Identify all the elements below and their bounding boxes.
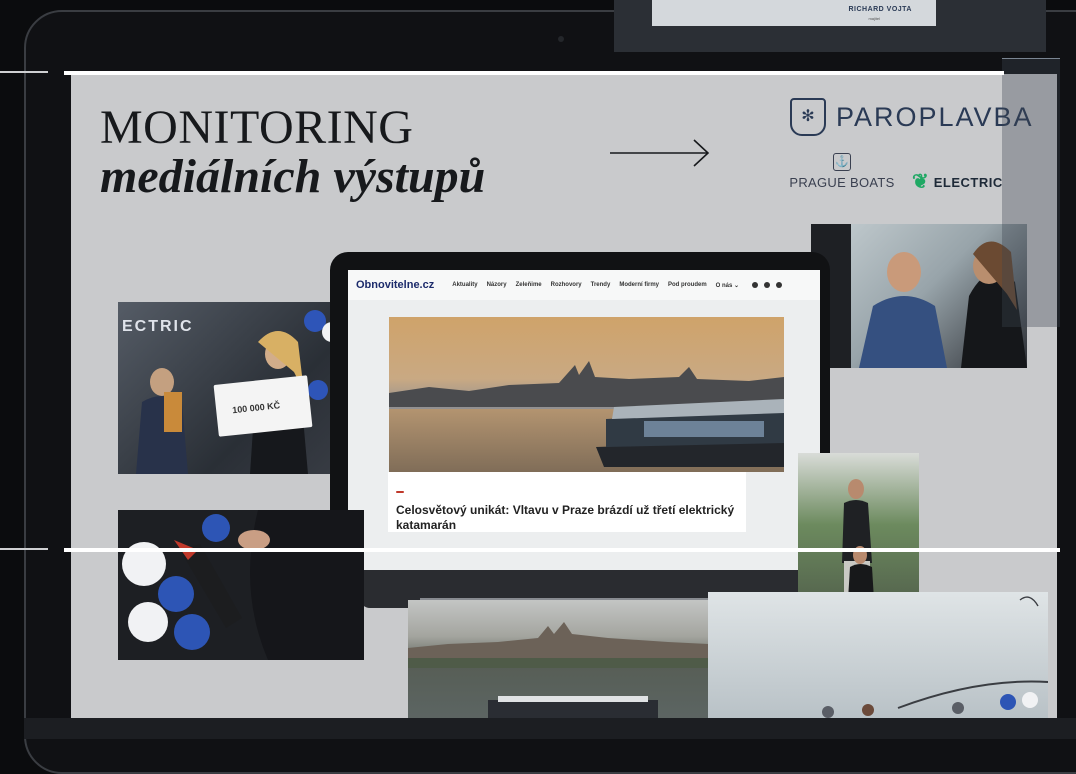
article-tag bbox=[396, 491, 404, 493]
award-check: 100 000 KČ bbox=[213, 375, 313, 437]
sign-name: RICHARD VOJTA bbox=[848, 6, 912, 13]
brand-paroplavba: ✻ PAROPLAVBA bbox=[790, 98, 1034, 136]
article-hero-image bbox=[389, 317, 784, 472]
site-nav: Obnovitelne.cz Aktuality Názory Zeleňime… bbox=[348, 270, 820, 300]
divider-line-left-top bbox=[0, 71, 48, 73]
slide-subtitle: mediálních výstupů bbox=[100, 150, 486, 203]
river-scene bbox=[408, 622, 708, 720]
site-logo: Obnovitelne.cz bbox=[356, 279, 435, 291]
photo-champagne-balloons bbox=[118, 510, 364, 660]
nav-item-o-nas[interactable]: O nás ⌄ bbox=[716, 282, 739, 289]
event-scene bbox=[822, 596, 1048, 718]
shield-snowflake-icon: ✻ bbox=[790, 98, 826, 136]
catamaran-boat bbox=[596, 399, 784, 467]
laptop-bottom-bezel bbox=[24, 718, 1076, 739]
balloons-scene bbox=[122, 510, 364, 660]
article-headline-card[interactable]: Celosvětový unikát: Vltavu v Praze brázd… bbox=[388, 472, 746, 532]
brand-prague-boats: ⚓ PRAGUE BOATS bbox=[784, 152, 900, 192]
nav-item-trendy[interactable]: Trendy bbox=[591, 282, 611, 288]
photo-portrait bbox=[811, 224, 1027, 368]
nav-item-zelenime[interactable]: Zeleňime bbox=[516, 282, 542, 288]
social-links bbox=[752, 282, 783, 288]
nav-item-aktuality[interactable]: Aktuality bbox=[452, 282, 477, 288]
nav-item-rozhovory[interactable]: Rozhovory bbox=[551, 282, 582, 288]
anchor-badge-icon: ⚓ bbox=[833, 153, 851, 171]
portrait-figures bbox=[811, 224, 1027, 368]
photo-river-panorama bbox=[408, 600, 708, 720]
twitter-icon[interactable] bbox=[764, 282, 771, 288]
photo-event-crowd bbox=[708, 592, 1048, 720]
sign-role: majitel bbox=[868, 16, 880, 21]
camera-dot bbox=[558, 36, 564, 42]
name-sign-card: RICHARD VOJTA majitel bbox=[652, 0, 936, 26]
nav-item-moderni-firmy[interactable]: Moderní firmy bbox=[619, 282, 659, 288]
divider-line-top bbox=[64, 71, 1004, 75]
linkedin-icon[interactable] bbox=[776, 282, 783, 288]
long-right-arrow-icon bbox=[610, 139, 710, 167]
website-screenshot: Obnovitelne.cz Aktuality Názory Zeleňime… bbox=[348, 270, 820, 570]
article-headline[interactable]: Celosvětový unikát: Vltavu v Praze brázd… bbox=[396, 503, 738, 533]
right-photo-overlay bbox=[1002, 58, 1060, 327]
brand-prague-text: PRAGUE BOATS bbox=[789, 175, 895, 190]
nav-item-nazory[interactable]: Názory bbox=[487, 282, 507, 288]
leaf-bolt-icon: ❦ bbox=[912, 171, 929, 193]
brand-electric: ❦ ELECTRIC bbox=[912, 172, 1003, 192]
facebook-icon[interactable] bbox=[752, 282, 759, 288]
photo-name-sign: RICHARD VOJTA majitel bbox=[614, 0, 1046, 52]
nav-item-pod-proudem[interactable]: Pod proudem bbox=[668, 282, 707, 288]
slide-title: MONITORING bbox=[100, 101, 414, 154]
brand-electric-text: ELECTRIC bbox=[933, 174, 1003, 190]
divider-line-left-bottom bbox=[0, 548, 48, 550]
divider-line-bottom bbox=[64, 548, 1060, 552]
check-amount: 100 000 KČ bbox=[231, 400, 281, 416]
